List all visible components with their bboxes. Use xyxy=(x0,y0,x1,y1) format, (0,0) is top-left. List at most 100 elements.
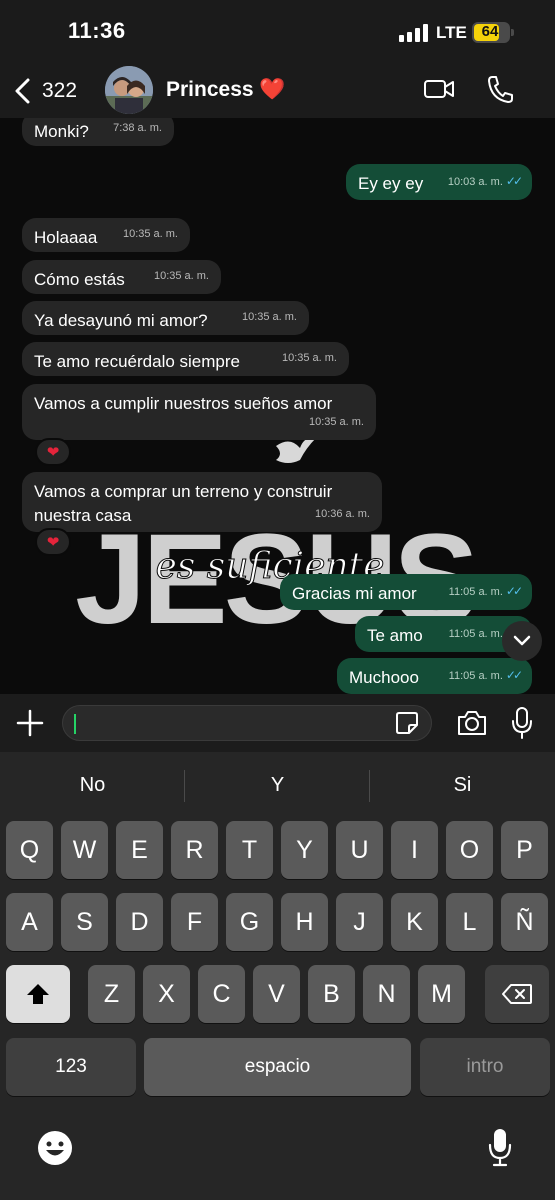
key-u[interactable]: U xyxy=(336,821,383,879)
message-bubble[interactable]: Vamos a comprar un terreno y construir n… xyxy=(22,472,382,532)
chat-header: 322 Princess ❤️ xyxy=(0,66,555,118)
avatar[interactable] xyxy=(105,66,153,114)
key-t[interactable]: T xyxy=(226,821,273,879)
space-key[interactable]: espacio xyxy=(144,1038,411,1096)
message-text: Te amo xyxy=(367,626,423,645)
message-text: Ey ey ey xyxy=(358,174,424,193)
network-type: LTE xyxy=(436,23,467,42)
message-text: Te amo recuérdalo siempre xyxy=(34,352,240,371)
message-input[interactable] xyxy=(62,705,432,741)
message-text: Muchooo xyxy=(349,668,419,687)
message-bubble[interactable]: Ey ey ey 10:03 a. m. ✓✓ xyxy=(346,164,532,200)
signal-strength-icon xyxy=(399,24,429,42)
key-z[interactable]: Z xyxy=(88,965,135,1023)
message-composer xyxy=(0,694,555,752)
phone-icon xyxy=(488,76,513,103)
shift-arrow-icon xyxy=(27,984,49,1004)
plus-icon xyxy=(16,709,44,737)
suggestion-item[interactable]: Si xyxy=(370,766,555,804)
numbers-key[interactable]: 123 xyxy=(6,1038,136,1096)
voice-call-button[interactable] xyxy=(486,74,514,104)
message-time: 10:03 a. m. ✓✓ xyxy=(447,174,523,188)
voice-message-button[interactable] xyxy=(510,706,534,740)
key-w[interactable]: W xyxy=(61,821,108,879)
suggestion-item[interactable]: No xyxy=(0,766,185,804)
key-i[interactable]: I xyxy=(391,821,438,879)
key-l[interactable]: L xyxy=(446,893,493,951)
read-receipt-icon: ✓✓ xyxy=(505,584,523,598)
battery-level: 64 xyxy=(481,23,499,40)
heart-reaction[interactable]: ❤ xyxy=(35,438,71,466)
camera-icon xyxy=(458,711,486,735)
key-y[interactable]: Y xyxy=(281,821,328,879)
message-text: Vamos a comprar un terreno y construir n… xyxy=(34,482,333,525)
chevron-left-icon xyxy=(15,78,30,104)
shift-key[interactable] xyxy=(6,965,70,1023)
video-call-button[interactable] xyxy=(423,76,455,102)
key-g[interactable]: G xyxy=(226,893,273,951)
key-x[interactable]: X xyxy=(143,965,190,1023)
status-bar: 11:36 LTE 64 xyxy=(0,0,555,66)
return-key[interactable]: intro xyxy=(420,1038,550,1096)
message-bubble[interactable]: Monki? 7:38 a. m. xyxy=(22,118,174,146)
message-text: Ya desayunó mi amor? xyxy=(34,311,208,330)
chat-area[interactable]: JESÚS es suficiente Monki? 7:38 a. m. Ey… xyxy=(0,118,555,694)
sticker-icon xyxy=(396,712,418,734)
message-text: Holaaaa xyxy=(34,228,98,247)
key-f[interactable]: F xyxy=(171,893,218,951)
key-p[interactable]: P xyxy=(501,821,548,879)
key-h[interactable]: H xyxy=(281,893,328,951)
message-time: 10:35 a. m. xyxy=(241,311,297,323)
battery-icon: 64 xyxy=(472,22,514,43)
message-bubble[interactable]: Te amo recuérdalo siempre 10:35 a. m. xyxy=(22,342,349,376)
read-receipt-icon: ✓✓ xyxy=(505,668,523,682)
message-bubble[interactable]: Muchooo 11:05 a. m. ✓✓ xyxy=(337,658,532,694)
dictation-button[interactable] xyxy=(487,1127,513,1167)
key-a[interactable]: A xyxy=(6,893,53,951)
message-time: 10:35 a. m. xyxy=(122,228,178,240)
key-k[interactable]: K xyxy=(391,893,438,951)
key-b[interactable]: B xyxy=(308,965,355,1023)
message-text: Gracias mi amor xyxy=(292,584,417,603)
message-time: 10:35 a. m. xyxy=(153,270,209,282)
key-c[interactable]: C xyxy=(198,965,245,1023)
message-time: 10:35 a. m. xyxy=(308,416,364,428)
key-n[interactable]: N xyxy=(363,965,410,1023)
message-text: Cómo estás xyxy=(34,270,125,289)
message-bubble[interactable]: Ya desayunó mi amor? 10:35 a. m. xyxy=(22,301,309,335)
key-e[interactable]: E xyxy=(116,821,163,879)
backspace-icon xyxy=(502,984,532,1004)
sticker-button[interactable] xyxy=(395,711,419,735)
attach-button[interactable] xyxy=(16,709,44,737)
contact-name[interactable]: Princess ❤️ xyxy=(166,78,286,102)
key-s[interactable]: S xyxy=(61,893,108,951)
microphone-icon xyxy=(512,707,532,739)
key-o[interactable]: O xyxy=(446,821,493,879)
key-j[interactable]: J xyxy=(336,893,383,951)
message-bubble[interactable]: Vamos a cumplir nuestros sueños amor 10:… xyxy=(22,384,376,440)
key-v[interactable]: V xyxy=(253,965,300,1023)
camera-button[interactable] xyxy=(456,709,488,737)
message-time: 11:05 a. m.✓✓ xyxy=(448,668,523,682)
unread-count: 322 xyxy=(42,79,78,102)
message-bubble[interactable]: Gracias mi amor 11:05 a. m. ✓✓ xyxy=(280,574,532,610)
heart-reaction[interactable]: ❤ xyxy=(35,528,71,556)
suggestion-item[interactable]: Y xyxy=(185,766,370,804)
video-camera-icon xyxy=(424,80,454,98)
message-bubble[interactable]: Holaaaa 10:35 a. m. xyxy=(22,218,190,252)
message-text: Monki? xyxy=(34,122,89,141)
key-q[interactable]: Q xyxy=(6,821,53,879)
message-time: 7:38 a. m. xyxy=(113,122,162,134)
text-cursor xyxy=(74,714,76,734)
key-r[interactable]: R xyxy=(171,821,218,879)
key-m[interactable]: M xyxy=(418,965,465,1023)
backspace-key[interactable] xyxy=(485,965,549,1023)
emoji-keyboard-button[interactable] xyxy=(37,1130,73,1166)
message-time: 11:05 a. m.✓✓ xyxy=(448,584,523,598)
key-enye[interactable]: Ñ xyxy=(501,893,548,951)
suggestion-bar: No Y Si xyxy=(0,766,555,804)
key-d[interactable]: D xyxy=(116,893,163,951)
back-button[interactable]: 322 xyxy=(14,74,94,108)
message-bubble[interactable]: Cómo estás 10:35 a. m. xyxy=(22,260,221,294)
scroll-to-bottom-button[interactable] xyxy=(502,621,542,661)
